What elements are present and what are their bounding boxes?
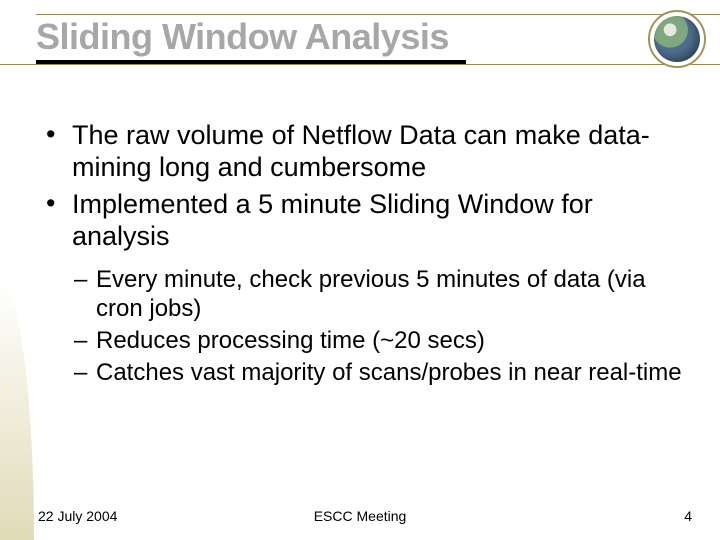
title-bar: Sliding Window Analysis <box>36 14 720 74</box>
list-item: Catches vast majority of scans/probes in… <box>72 359 690 387</box>
divider <box>36 14 720 15</box>
gold-swoosh-decoration <box>0 280 34 540</box>
bullet-list-level2: Every minute, check previous 5 minutes o… <box>72 266 690 387</box>
globe-icon <box>648 10 706 68</box>
list-item: Every minute, check previous 5 minutes o… <box>72 266 690 323</box>
list-item: The raw volume of Netflow Data can make … <box>40 120 690 183</box>
footer-page-number: 4 <box>480 508 720 524</box>
body-content: The raw volume of Netflow Data can make … <box>40 120 690 392</box>
footer-center: ESCC Meeting <box>240 508 480 524</box>
footer: 22 July 2004 ESCC Meeting 4 <box>0 508 720 524</box>
list-item: Reduces processing time (~20 secs) <box>72 327 690 355</box>
divider <box>0 64 720 65</box>
slide-title: Sliding Window Analysis <box>36 16 449 58</box>
slide: Sliding Window Analysis The raw volume o… <box>0 0 720 540</box>
footer-date: 22 July 2004 <box>0 508 240 524</box>
list-item: Implemented a 5 minute Sliding Window fo… <box>40 189 690 252</box>
bullet-list-level1: The raw volume of Netflow Data can make … <box>40 120 690 252</box>
